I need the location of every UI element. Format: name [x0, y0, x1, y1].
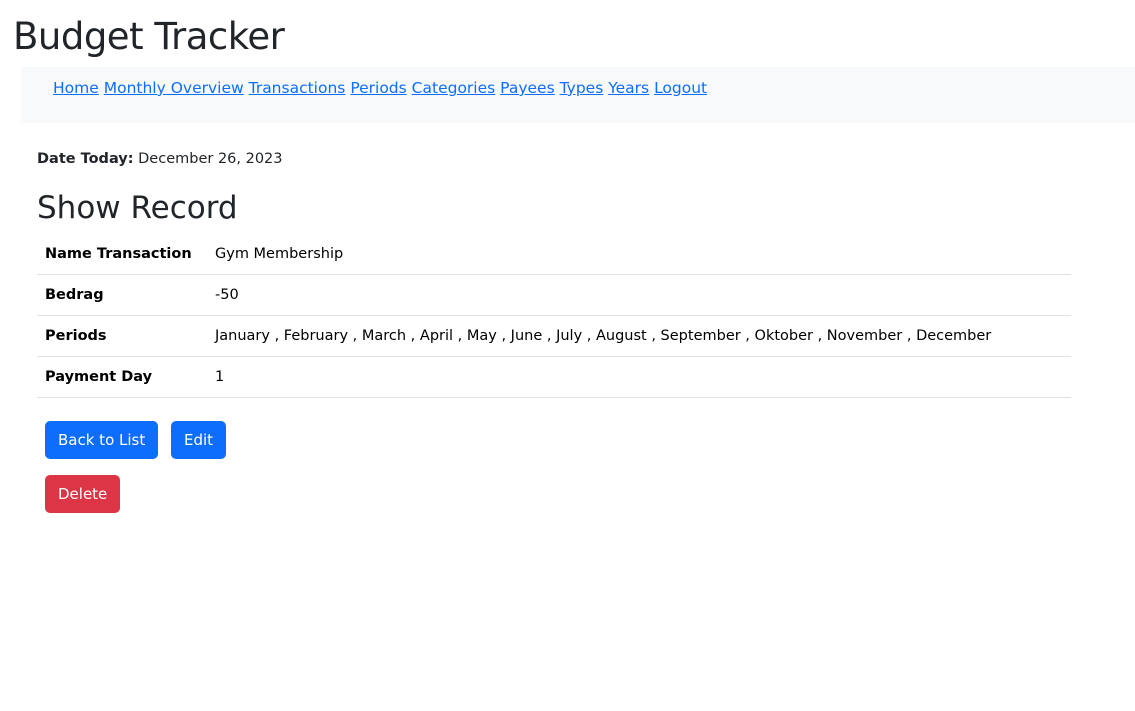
field-value: 1 — [207, 356, 1071, 398]
field-label: Periods — [37, 315, 207, 357]
field-value: -50 — [207, 274, 1071, 316]
nav-years[interactable]: Years — [608, 79, 649, 97]
nav-home[interactable]: Home — [53, 79, 99, 97]
app-title: Budget Tracker — [13, 15, 285, 58]
field-value: Gym Membership — [207, 234, 1071, 275]
nav-transactions[interactable]: Transactions — [249, 79, 346, 97]
date-value: December 26, 2023 — [138, 151, 283, 167]
nav-logout[interactable]: Logout — [654, 79, 707, 97]
table-row: Payment Day 1 — [37, 356, 1071, 398]
nav-periods[interactable]: Periods — [350, 79, 406, 97]
field-label: Bedrag — [37, 274, 207, 316]
field-value: January , February , March , April , May… — [207, 315, 1071, 357]
nav-payees[interactable]: Payees — [500, 79, 554, 97]
field-label: Name Transaction — [37, 234, 207, 275]
nav-types[interactable]: Types — [560, 79, 604, 97]
edit-button[interactable]: Edit — [171, 421, 227, 459]
table-row: Bedrag -50 — [37, 274, 1071, 316]
table-row: Periods January , February , March , Apri… — [37, 315, 1071, 357]
date-today: Date Today: December 26, 2023 — [37, 151, 283, 167]
field-label: Payment Day — [37, 356, 207, 398]
nav-categories[interactable]: Categories — [412, 79, 496, 97]
date-label: Date Today: — [37, 151, 134, 167]
page-heading: Show Record — [37, 190, 238, 226]
nav-monthly-overview[interactable]: Monthly Overview — [104, 79, 244, 97]
delete-button[interactable]: Delete — [45, 475, 121, 513]
table-row: Name Transaction Gym Membership — [37, 234, 1071, 275]
navbar: Home Monthly Overview Transactions Perio… — [21, 67, 1135, 123]
record-table: Name Transaction Gym Membership Bedrag -50… — [37, 234, 1071, 398]
back-to-list-button[interactable]: Back to List — [45, 421, 159, 459]
